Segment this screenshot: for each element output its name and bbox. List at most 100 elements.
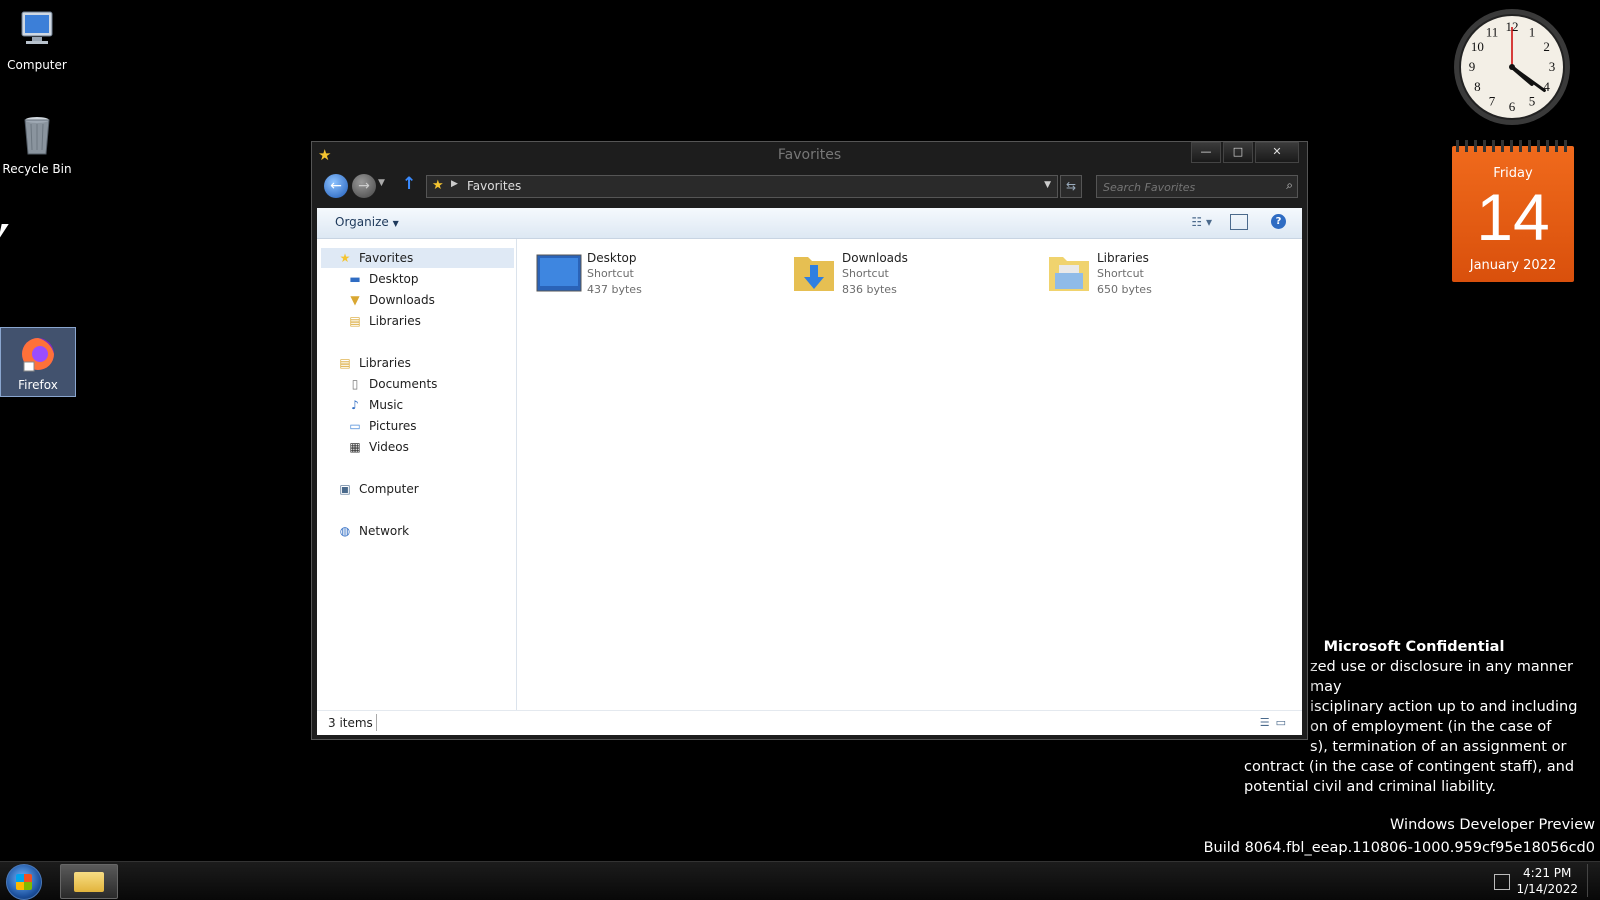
show-desktop-button[interactable]: [1587, 864, 1598, 897]
maximize-button[interactable]: □: [1223, 142, 1253, 163]
file-list: Desktop Shortcut 437 bytes Downloads Sho…: [517, 239, 1302, 711]
favorites-star-icon: ★: [432, 178, 444, 193]
build-watermark-title: Windows Developer Preview: [1390, 817, 1595, 833]
videos-icon: ▦: [349, 440, 361, 454]
item-count: 3 items: [328, 716, 373, 730]
downloads-folder-icon: [790, 251, 838, 295]
desktop-icon-computer[interactable]: Computer: [0, 8, 74, 72]
computer-icon: [14, 8, 60, 54]
nav-item-favorites[interactable]: ★ Favorites: [321, 248, 514, 268]
file-item-downloads[interactable]: Downloads Shortcut 836 bytes: [782, 247, 1022, 299]
taskbar-explorer-button[interactable]: [60, 864, 118, 899]
file-size: 836 bytes: [842, 283, 897, 296]
network-icon: ◍: [339, 524, 351, 538]
nav-item-desktop[interactable]: ▬ Desktop: [347, 269, 418, 289]
start-button[interactable]: [6, 864, 42, 900]
desktop-icon-recycle-bin[interactable]: Recycle Bin: [0, 112, 74, 176]
recent-pages-dropdown[interactable]: ▼: [378, 178, 385, 188]
status-bar: 3 items ☰▭: [317, 710, 1302, 735]
file-size: 437 bytes: [587, 283, 642, 296]
nav-item-libraries-shortcut[interactable]: ▤ Libraries: [347, 311, 421, 331]
window-titlebar[interactable]: ★ Favorites — □ ✕: [312, 142, 1307, 168]
clock-numeral: 2: [1543, 39, 1550, 54]
search-icon[interactable]: ⌕: [1286, 178, 1293, 193]
downloads-icon: ▼: [350, 293, 360, 307]
explorer-content: Organize ▼ ☷ ▾ ? ★ Favorites ▬ Desktop ▼ Do…: [317, 208, 1302, 735]
build-watermark-version: Build 8064.fbl_eeap.110806-1000.959cf95e…: [1203, 840, 1595, 856]
large-icons-view-icon[interactable]: ▭: [1276, 716, 1292, 729]
nav-item-pictures[interactable]: ▭ Pictures: [347, 416, 416, 436]
clock-numeral: 6: [1509, 99, 1516, 114]
nav-item-documents[interactable]: ▯ Documents: [347, 374, 438, 394]
recycle-bin-icon: [14, 112, 60, 158]
nav-item-label: Computer: [359, 482, 419, 496]
file-name: Desktop: [587, 251, 637, 265]
back-button[interactable]: ←: [324, 174, 348, 198]
desktop-icon-label: Firefox: [18, 378, 58, 392]
network-tray-icon[interactable]: [1494, 874, 1510, 890]
clock-numeral: 8: [1474, 79, 1481, 94]
taskbar-date: 1/14/2022: [1516, 882, 1578, 896]
clock-numeral: 11: [1486, 24, 1499, 39]
windows-logo-icon: [16, 874, 32, 890]
preview-pane-button[interactable]: [1230, 214, 1248, 230]
forward-button[interactable]: →: [352, 174, 376, 198]
explorer-window[interactable]: ★ Favorites — □ ✕ ← → ▼ ↑ ★ ▶ Favorites …: [311, 141, 1308, 740]
minimize-button[interactable]: —: [1191, 142, 1221, 163]
nav-item-libraries[interactable]: ▤ Libraries: [337, 353, 411, 373]
firefox-icon: [15, 332, 61, 374]
breadcrumb-chevron-icon[interactable]: ▶: [451, 179, 458, 189]
clock-gadget[interactable]: 12 1 2 3 4 5 6 7 8 9 10 11: [1452, 7, 1572, 127]
refresh-icon: ⇆: [1065, 179, 1077, 193]
file-item-desktop[interactable]: Desktop Shortcut 437 bytes: [527, 247, 767, 299]
calendar-gadget[interactable]: Friday 14 January 2022: [1452, 140, 1574, 282]
folder-icon: [74, 872, 104, 892]
libraries-icon: ▤: [349, 314, 361, 328]
address-dropdown-icon[interactable]: ▼: [1044, 180, 1051, 190]
up-button[interactable]: ↑: [402, 174, 416, 194]
computer-icon: ▣: [339, 482, 351, 496]
change-view-button[interactable]: ☷ ▾: [1191, 215, 1212, 229]
search-input[interactable]: [1101, 178, 1275, 196]
close-button[interactable]: ✕: [1255, 142, 1299, 163]
status-view-buttons[interactable]: ☰▭: [1260, 716, 1292, 729]
address-bar[interactable]: ★ ▶ Favorites ▼: [426, 175, 1058, 198]
refresh-button[interactable]: ⇆: [1060, 175, 1082, 198]
window-title: Favorites: [777, 147, 842, 163]
mouse-cursor: [0, 224, 14, 240]
back-arrow-icon: ←: [330, 178, 342, 194]
view-options-icon: ☷ ▾: [1191, 215, 1212, 229]
breadcrumb-favorites[interactable]: Favorites: [467, 179, 521, 193]
nav-item-network[interactable]: ◍ Network: [337, 521, 409, 541]
nav-item-label: Videos: [369, 440, 409, 454]
organize-button[interactable]: Organize ▼: [335, 215, 399, 229]
calendar-day-number: 14: [1476, 180, 1550, 254]
calendar-month-year: January 2022: [1469, 258, 1557, 273]
nav-item-music[interactable]: ♪ Music: [347, 395, 403, 415]
nav-item-videos[interactable]: ▦ Videos: [347, 437, 409, 457]
forward-arrow-icon: →: [358, 178, 370, 194]
help-button[interactable]: ?: [1271, 214, 1286, 229]
search-box[interactable]: ⌕: [1096, 175, 1298, 198]
pictures-icon: ▭: [349, 419, 361, 433]
confidential-line: contract (in the case of contingent staf…: [1244, 759, 1575, 775]
clock-numeral: 10: [1471, 39, 1484, 54]
libraries-icon: ▤: [339, 356, 351, 370]
file-item-libraries[interactable]: Libraries Shortcut 650 bytes: [1037, 247, 1277, 299]
organize-label: Organize: [335, 215, 389, 229]
libraries-folder-icon: [1045, 251, 1093, 295]
file-size: 650 bytes: [1097, 283, 1152, 296]
desktop-icon-firefox[interactable]: Firefox: [0, 327, 76, 397]
file-type: Shortcut: [587, 267, 634, 280]
chevron-down-icon: ▼: [392, 219, 399, 228]
help-icon: ?: [1275, 216, 1282, 227]
nav-item-computer[interactable]: ▣ Computer: [337, 479, 419, 499]
details-view-icon[interactable]: ☰: [1260, 716, 1276, 729]
clock-numeral: 9: [1469, 59, 1476, 74]
nav-item-downloads[interactable]: ▼ Downloads: [347, 290, 435, 310]
confidential-line: s), termination of an assignment or: [1310, 739, 1567, 755]
taskbar: 4:21 PM 1/14/2022: [0, 861, 1600, 900]
taskbar-clock[interactable]: 4:21 PM 1/14/2022: [1516, 865, 1578, 897]
nav-item-label: Network: [359, 524, 410, 538]
file-type: Shortcut: [842, 267, 889, 280]
